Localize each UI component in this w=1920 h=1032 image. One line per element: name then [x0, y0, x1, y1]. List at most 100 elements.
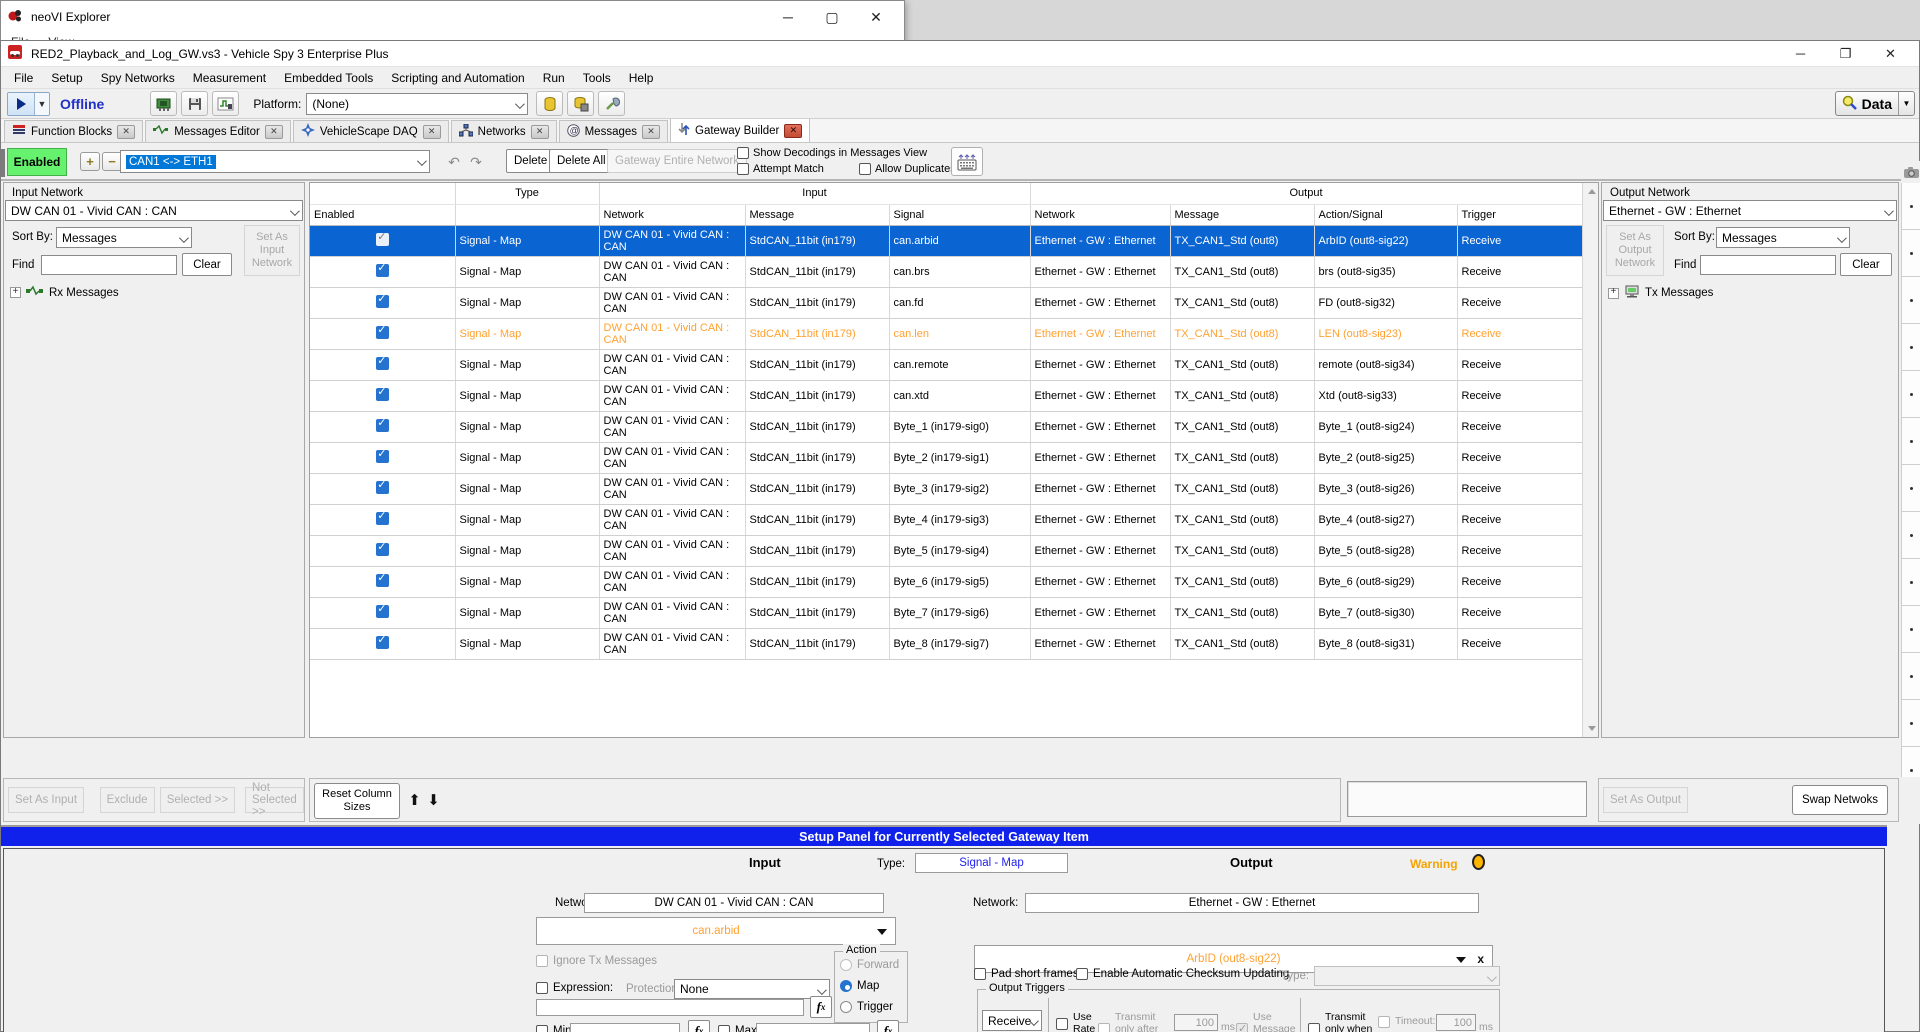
row-enabled-checkbox[interactable] [376, 543, 389, 556]
tab-close-icon[interactable]: ✕ [642, 125, 660, 139]
add-gateway-button[interactable]: + [80, 152, 100, 171]
min-fx-button[interactable]: fx [688, 1020, 710, 1032]
tab-close-icon[interactable]: ✕ [784, 124, 802, 138]
footer-exclude-button[interactable]: Exclude [100, 787, 155, 813]
tab-gateway-builder[interactable]: Gateway Builder✕ [670, 118, 810, 142]
menu-scripting-and-automation[interactable]: Scripting and Automation [382, 69, 533, 87]
use-rate-checkbox[interactable] [1056, 1018, 1068, 1030]
row-enabled-checkbox[interactable] [376, 419, 389, 432]
row-enabled-checkbox[interactable] [376, 481, 389, 494]
clear-signal-icon[interactable]: x [1477, 952, 1484, 966]
hardware-icon[interactable] [150, 91, 177, 116]
table-row[interactable]: Signal - MapDW CAN 01 - Vivid CAN : CANS… [310, 566, 1582, 597]
tab-close-icon[interactable]: ✕ [423, 125, 441, 139]
transmit-after-first-trigger-checkbox[interactable] [1098, 1023, 1110, 1032]
attempt-match-checkbox[interactable] [737, 163, 749, 175]
column-header-message-in[interactable]: Message [745, 204, 889, 225]
panel-dot-button[interactable] [1901, 277, 1920, 324]
row-enabled-checkbox[interactable] [376, 295, 389, 308]
footer-set-as-input-button[interactable]: Set As Input [8, 787, 84, 813]
save-icon[interactable] [181, 91, 208, 116]
panel-dot-button[interactable] [1901, 465, 1920, 512]
output-network-select[interactable]: Ethernet - GW : Ethernet [1603, 200, 1897, 221]
checksum-updating-checkbox[interactable] [1076, 968, 1088, 980]
platform-select[interactable]: (None) [306, 93, 528, 115]
row-enabled-checkbox[interactable] [376, 326, 389, 339]
table-row[interactable]: Signal - MapDW CAN 01 - Vivid CAN : CANS… [310, 628, 1582, 659]
tab-close-icon[interactable]: ✕ [117, 125, 135, 139]
database-icon[interactable] [536, 91, 563, 116]
neovi-maximize-button[interactable]: ▢ [810, 2, 854, 32]
gateway-enabled-button[interactable]: Enabled [7, 148, 67, 176]
table-row[interactable]: Signal - MapDW CAN 01 - Vivid CAN : CANS… [310, 225, 1582, 256]
expression-field[interactable] [536, 999, 804, 1016]
column-header-signal[interactable]: Signal [889, 204, 1030, 225]
row-enabled-checkbox[interactable] [376, 636, 389, 649]
gateway-entire-network-button[interactable]: Gateway Entire Network [607, 149, 747, 173]
menu-setup[interactable]: Setup [42, 69, 91, 87]
row-enabled-checkbox[interactable] [376, 450, 389, 463]
set-as-input-network-button[interactable]: Set As Input Network [244, 225, 300, 276]
neovi-minimize-button[interactable]: ─ [766, 2, 810, 32]
column-header-enabled[interactable]: Enabled [310, 204, 455, 225]
data-dropdown-arrow[interactable]: ▼ [1898, 92, 1914, 115]
output-sort-by-select[interactable]: Messages [1716, 227, 1850, 248]
rate-ms-field[interactable] [1174, 1014, 1218, 1031]
run-button[interactable] [8, 93, 34, 115]
close-button[interactable]: ✕ [1868, 42, 1913, 66]
tab-vehiclescape-daq[interactable]: VehicleScape DAQ✕ [293, 120, 449, 142]
timeout-ms-field[interactable] [1436, 1014, 1476, 1031]
allow-duplicates-checkbox[interactable] [859, 163, 871, 175]
menu-help[interactable]: Help [620, 69, 663, 87]
setup-type-value[interactable]: Signal - Map [915, 853, 1068, 873]
minimize-button[interactable]: ─ [1778, 42, 1823, 66]
row-enabled-checkbox[interactable] [376, 233, 389, 246]
wrench-icon[interactable] [598, 91, 625, 116]
column-header-network-out[interactable]: Network [1030, 204, 1170, 225]
tab-close-icon[interactable]: ✕ [531, 125, 549, 139]
database-save-icon[interactable] [567, 91, 594, 116]
action-trigger-radio[interactable] [840, 1001, 852, 1013]
neovi-close-button[interactable]: ✕ [854, 2, 898, 32]
tab-function-blocks[interactable]: Function Blocks✕ [4, 120, 143, 142]
max-fx-button[interactable]: fx [877, 1020, 899, 1032]
show-decodings-checkbox[interactable] [737, 147, 749, 159]
panel-dot-button[interactable] [1901, 418, 1920, 465]
input-find-field[interactable] [41, 255, 177, 275]
row-enabled-checkbox[interactable] [376, 574, 389, 587]
tab-close-icon[interactable]: ✕ [265, 125, 283, 139]
logic-window-icon[interactable] [212, 91, 239, 116]
table-row[interactable]: Signal - MapDW CAN 01 - Vivid CAN : CANS… [310, 473, 1582, 504]
column-header-message-out[interactable]: Message [1170, 204, 1314, 225]
max-field[interactable] [756, 1023, 870, 1032]
min-field[interactable] [570, 1023, 680, 1032]
input-signal-select[interactable]: can.arbid [536, 917, 896, 945]
table-row[interactable]: Signal - MapDW CAN 01 - Vivid CAN : CANS… [310, 349, 1582, 380]
delete-button[interactable]: Delete [506, 149, 555, 173]
input-find-clear-button[interactable]: Clear [182, 253, 232, 276]
pad-short-frames-checkbox[interactable] [974, 968, 986, 980]
table-row[interactable]: Signal - MapDW CAN 01 - Vivid CAN : CANS… [310, 535, 1582, 566]
table-row[interactable]: Signal - MapDW CAN 01 - Vivid CAN : CANS… [310, 597, 1582, 628]
dropdown-arrow-icon[interactable] [877, 929, 887, 935]
ignore-tx-messages-checkbox[interactable] [536, 955, 548, 967]
tx-messages-tree-item[interactable]: Tx Messages [1608, 285, 1713, 301]
action-map-radio[interactable] [840, 980, 852, 992]
menu-measurement[interactable]: Measurement [184, 69, 275, 87]
table-row[interactable]: Signal - MapDW CAN 01 - Vivid CAN : CANS… [310, 504, 1582, 535]
tab-messages-editor[interactable]: Messages Editor✕ [145, 120, 291, 142]
protection-select[interactable]: None [674, 979, 830, 999]
table-row[interactable]: Signal - MapDW CAN 01 - Vivid CAN : CANS… [310, 256, 1582, 287]
expression-fx-button[interactable]: fx [810, 996, 832, 1018]
column-header-network-in[interactable]: Network [599, 204, 745, 225]
transmit-only-when-full-checkbox[interactable] [1308, 1023, 1320, 1032]
set-as-output-button[interactable]: Set As Output [1603, 787, 1688, 813]
input-network-select[interactable]: DW CAN 01 - Vivid CAN : CAN [5, 200, 303, 221]
timeout-checkbox[interactable] [1378, 1016, 1390, 1028]
row-enabled-checkbox[interactable] [376, 357, 389, 370]
table-row[interactable]: Signal - MapDW CAN 01 - Vivid CAN : CANS… [310, 442, 1582, 473]
footer-not-selected-button[interactable]: Not Selected >> [245, 787, 304, 813]
table-row[interactable]: Signal - MapDW CAN 01 - Vivid CAN : CANS… [310, 380, 1582, 411]
run-dropdown-arrow[interactable]: ▼ [34, 93, 49, 115]
panel-dot-button[interactable] [1901, 183, 1920, 230]
